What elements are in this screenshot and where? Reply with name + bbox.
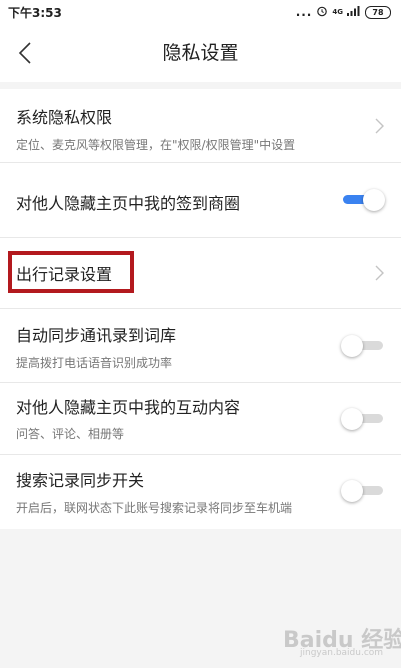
- travel-record-title: 出行记录设置: [16, 265, 113, 284]
- alarm-icon: [316, 5, 328, 20]
- hide-interaction-subtitle: 问答、评论、相册等: [16, 427, 125, 441]
- hide-checkin-title: 对他人隐藏主页中我的签到商圈: [16, 194, 241, 213]
- search-sync-title: 搜索记录同步开关: [16, 471, 145, 490]
- hide-interaction-row: 对他人隐藏主页中我的互动内容 问答、评论、相册等: [0, 383, 401, 455]
- status-bar: 下午3:53 ... 4G 78: [0, 0, 401, 24]
- status-time: 下午3:53: [8, 5, 62, 20]
- sync-contacts-toggle[interactable]: [341, 333, 389, 359]
- status-dots: ...: [295, 5, 313, 19]
- chevron-right-icon: [375, 265, 384, 281]
- toggle-knob: [341, 408, 363, 430]
- toggle-knob: [341, 480, 363, 502]
- status-icons: ... 4G 78: [296, 5, 391, 20]
- system-privacy-title: 系统隐私权限: [16, 108, 113, 127]
- hide-interaction-title: 对他人隐藏主页中我的互动内容: [16, 398, 241, 417]
- network-label: 4G: [332, 8, 343, 16]
- toggle-knob: [363, 189, 385, 211]
- battery-indicator: 78: [365, 5, 391, 19]
- search-sync-row: 搜索记录同步开关 开启后，联网状态下此账号搜索记录将同步至车机端: [0, 455, 401, 529]
- sync-contacts-row: 自动同步通讯录到词库 提高拨打电话语音识别成功率: [0, 309, 401, 383]
- sync-contacts-title: 自动同步通讯录到词库: [16, 326, 177, 345]
- search-sync-toggle[interactable]: [341, 478, 389, 504]
- search-sync-subtitle: 开启后，联网状态下此账号搜索记录将同步至车机端: [16, 501, 293, 515]
- page-title: 隐私设置: [162, 42, 239, 64]
- watermark-url: jingyan.baidu.com: [300, 648, 384, 658]
- back-arrow-icon[interactable]: [10, 36, 40, 70]
- hide-checkin-row: 对他人隐藏主页中我的签到商圈: [0, 163, 401, 238]
- toggle-knob: [341, 335, 363, 357]
- hide-checkin-toggle[interactable]: [341, 187, 389, 213]
- chevron-right-icon: [375, 118, 384, 134]
- hide-interaction-toggle[interactable]: [341, 406, 389, 432]
- signal-icon: [347, 5, 361, 19]
- nav-bar: 隐私设置: [0, 24, 401, 82]
- system-privacy-row[interactable]: 系统隐私权限 定位、麦克风等权限管理，在"权限/权限管理"中设置: [0, 89, 401, 163]
- sync-contacts-subtitle: 提高拨打电话语音识别成功率: [16, 356, 173, 370]
- system-privacy-subtitle: 定位、麦克风等权限管理，在"权限/权限管理"中设置: [16, 138, 296, 152]
- travel-record-row[interactable]: 出行记录设置: [0, 238, 401, 309]
- settings-list: 系统隐私权限 定位、麦克风等权限管理，在"权限/权限管理"中设置 对他人隐藏主页…: [0, 89, 401, 529]
